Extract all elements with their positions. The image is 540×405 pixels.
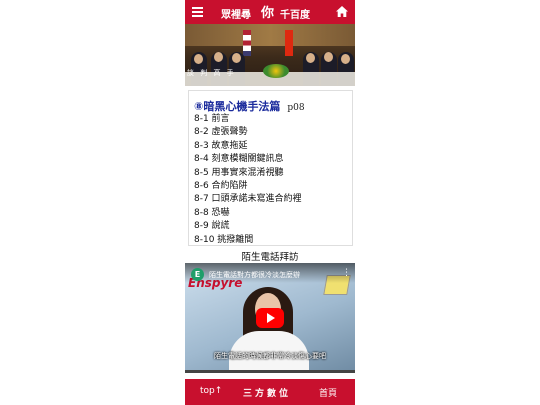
list-item[interactable]: 8-5 用事實來混淆視聽	[194, 167, 302, 180]
footer-bar: top↑ 三方數位 首頁	[185, 379, 355, 405]
list-item[interactable]: 8-1 前言	[194, 113, 302, 126]
chapter-page-label: p08	[287, 103, 305, 113]
home-icon[interactable]	[335, 5, 349, 18]
list-item[interactable]: 8-8 恐嚇	[194, 207, 302, 220]
video-section-title: 陌生電話拜訪	[241, 252, 299, 263]
menu-icon[interactable]	[192, 7, 203, 17]
banner-caption: 談 判 高 手	[187, 69, 236, 77]
chapter-card: ⑧暗黑心機手法篇 p08 8-1 前言 8-2 虛張聲勢 8-3 故意拖延 8-4…	[188, 90, 353, 246]
back-to-top-link[interactable]: top↑	[200, 386, 222, 396]
chapter-title-link[interactable]: ⑧暗黑心機手法篇	[194, 100, 280, 113]
list-item[interactable]: 8-7 口頭承諾未寫進合約裡	[194, 193, 302, 206]
list-item[interactable]: 8-6 合約陷阱	[194, 180, 302, 193]
video-title[interactable]: 陌生電話對方都很冷淡怎麼辦	[209, 270, 300, 280]
banner-photo: 談 判 高 手	[185, 24, 355, 86]
header-bar: 眾裡尋 你 千百度	[185, 0, 355, 24]
video-subtitle: 陌生電話的時候都非常冷淡傷心要吧	[214, 352, 326, 360]
home-link[interactable]: 首頁	[319, 386, 337, 399]
footer-brand-label: 三方數位	[243, 389, 292, 399]
list-item[interactable]: 8-3 故意拖延	[194, 140, 302, 153]
channel-avatar[interactable]: E	[191, 268, 204, 281]
site-title-left: 眾裡尋	[221, 10, 251, 21]
site-title-right: 千百度	[280, 10, 310, 21]
list-item[interactable]: 8-9 說謊	[194, 220, 302, 233]
list-item[interactable]: 8-10 挑撥離間	[194, 234, 302, 247]
chapter-list: 8-1 前言 8-2 虛張聲勢 8-3 故意拖延 8-4 刻意模糊關鍵訊息 8-…	[194, 113, 302, 247]
play-button-icon[interactable]	[256, 308, 284, 328]
more-options-icon[interactable]: ⋮	[342, 268, 351, 278]
video-player[interactable]: Enspyre E 陌生電話對方都很冷淡怎麼辦 ⋮ 陌生電話的時候都非常冷淡傷心…	[185, 263, 355, 373]
list-item[interactable]: 8-4 刻意模糊關鍵訊息	[194, 153, 302, 166]
video-progress-bar[interactable]	[185, 370, 355, 373]
list-item[interactable]: 8-2 虛張聲勢	[194, 126, 302, 139]
site-title-center: 你	[261, 6, 275, 21]
chapter-heading: ⑧暗黑心機手法篇 p08	[194, 95, 305, 114]
mobile-page: 眾裡尋 你 千百度 談 判 高 手 ⑧暗黑心機手法篇 p08 8-1 前言 8-2…	[185, 0, 355, 405]
